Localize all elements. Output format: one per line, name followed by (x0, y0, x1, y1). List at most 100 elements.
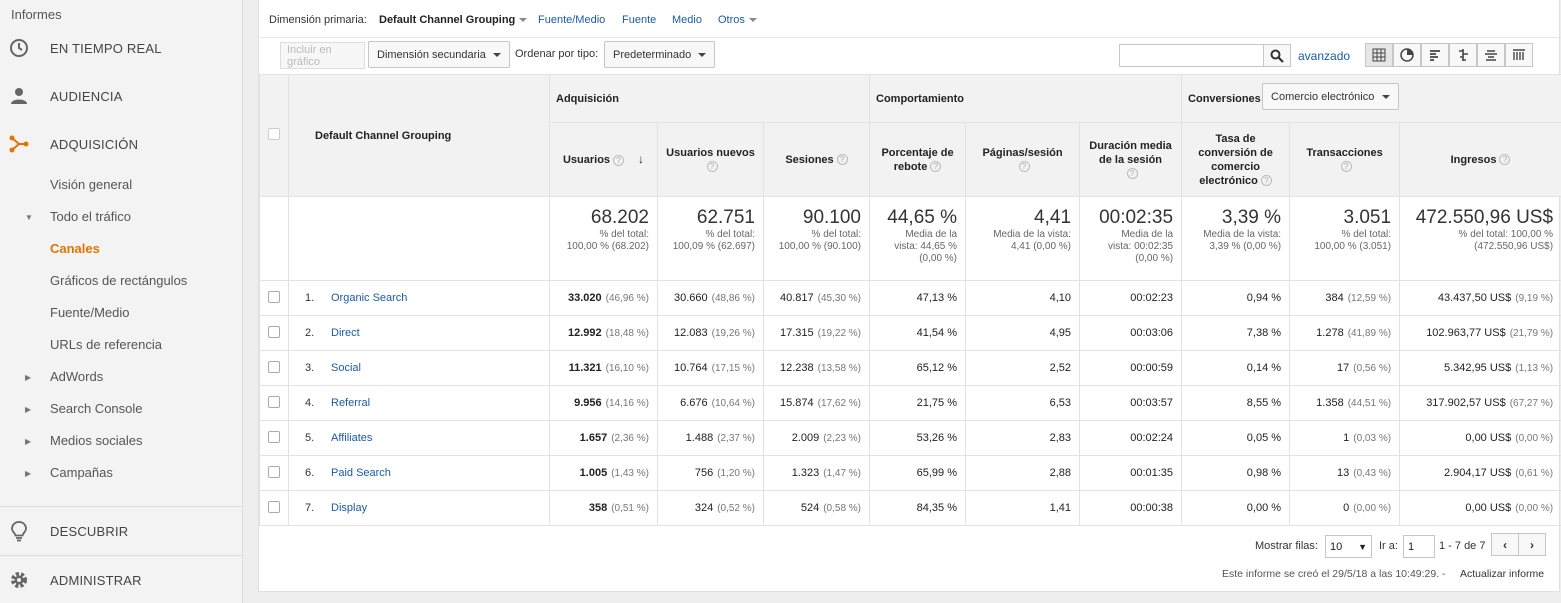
row-checkbox[interactable] (268, 325, 280, 338)
help-icon[interactable]: ? (1126, 168, 1138, 180)
transactions-value: 17 (1337, 362, 1350, 374)
collapsed-arrow-icon[interactable]: ▶ (25, 437, 31, 446)
new-users-value: 324 (694, 502, 714, 514)
dimension-link-medium[interactable]: Medio (672, 14, 702, 26)
sidebar-sub-social[interactable]: Medios sociales (50, 433, 143, 448)
sessions-cell: 40.817 (45,30 %) (762, 280, 871, 316)
dimension-link-source-medium[interactable]: Fuente/Medio (538, 14, 605, 26)
sidebar-header: Informes (11, 7, 62, 22)
col-pages-session[interactable]: Páginas/sesión? (965, 122, 1081, 197)
sidebar-sub-treemaps[interactable]: Gráficos de rectángulos (50, 273, 187, 288)
sidebar-sub-overview[interactable]: Visión general (50, 177, 132, 192)
expanded-arrow-icon[interactable]: ▼ (25, 213, 33, 222)
help-icon[interactable]: ? (1018, 161, 1030, 173)
sidebar-item-acquisition[interactable]: ADQUISICIÓN (0, 129, 243, 159)
transactions-cell: 17 (0,56 %) (1289, 350, 1401, 386)
select-all-checkbox[interactable] (268, 128, 280, 140)
refresh-report-link[interactable]: Actualizar informe (1460, 568, 1544, 580)
collapsed-arrow-icon[interactable]: ▶ (25, 469, 31, 478)
sort-desc-icon: ↓ (638, 152, 645, 166)
row-checkbox[interactable] (268, 465, 280, 478)
row-checkbox[interactable] (268, 290, 280, 303)
users-pct: (0,51 %) (611, 503, 649, 514)
channel-link[interactable]: Paid Search (331, 467, 391, 479)
sort-type-select[interactable]: Predeterminado (604, 41, 715, 68)
col-bounce[interactable]: Porcentaje de rebote? (869, 122, 967, 197)
channel-link[interactable]: Organic Search (331, 292, 407, 304)
col-conv-rate[interactable]: Tasa de conversión de comercio electróni… (1181, 122, 1291, 197)
search-button[interactable] (1263, 44, 1291, 67)
sidebar-item-discover[interactable]: DESCUBRIR (0, 516, 243, 546)
sessions-pct: (1,47 %) (823, 468, 862, 479)
primary-dimension-active[interactable]: Default Channel Grouping (379, 14, 528, 26)
group-conversions-label: Conversiones (1188, 92, 1261, 105)
conversions-goal-select[interactable]: Comercio electrónico (1262, 83, 1400, 110)
col-users[interactable]: Usuarios? ↓ (549, 122, 658, 197)
sidebar-sub-channels[interactable]: Canales (50, 241, 100, 256)
revenue-pct: (67,27 %) (1509, 398, 1554, 409)
revenue-value: 317.902,57 US$ (1426, 397, 1506, 409)
collapsed-arrow-icon[interactable]: ▶ (25, 373, 31, 382)
channel-link[interactable]: Referral (331, 397, 370, 409)
channel-link[interactable]: Social (331, 362, 361, 374)
pages-cell: 2,52 (965, 350, 1081, 386)
bounce-cell: 47,13 % (869, 280, 967, 316)
help-icon[interactable]: ? (1499, 154, 1511, 166)
help-icon[interactable]: ? (1340, 161, 1352, 173)
collapsed-arrow-icon[interactable]: ▶ (25, 405, 31, 414)
pages-cell: 2,83 (965, 420, 1081, 456)
view-term-cloud-button[interactable] (1477, 43, 1505, 67)
sidebar-item-audience[interactable]: AUDIENCIA (0, 81, 243, 111)
next-page-button[interactable]: › (1518, 533, 1546, 556)
row-checkbox[interactable] (268, 430, 280, 443)
col-new-users[interactable]: Usuarios nuevos? (657, 122, 764, 197)
total-sub: % del total: (811, 229, 862, 240)
help-icon[interactable]: ? (706, 161, 718, 173)
view-performance-button[interactable] (1421, 43, 1449, 67)
help-icon[interactable]: ? (930, 161, 942, 173)
col-revenue[interactable]: Ingresos? (1399, 122, 1561, 197)
table-search-input[interactable] (1119, 44, 1264, 67)
channel-cell: 3. Social (288, 350, 550, 386)
conv-rate-cell: 0,98 % (1181, 455, 1291, 491)
dimension-link-other[interactable]: Otros (718, 14, 757, 26)
sidebar-item-admin[interactable]: ADMINISTRAR (0, 565, 243, 595)
view-table-button[interactable] (1365, 43, 1393, 67)
col-users-label: Usuarios (562, 154, 611, 166)
secondary-dimension-select[interactable]: Dimensión secundaria (368, 41, 510, 68)
dimension-link-source[interactable]: Fuente (622, 14, 656, 26)
dimension-header[interactable]: Default Channel Grouping (288, 74, 550, 197)
sidebar-sub-all-traffic[interactable]: Todo el tráfico (50, 209, 131, 224)
goto-page-input[interactable]: 1 (1403, 535, 1435, 558)
advanced-search-link[interactable]: avanzado (1298, 49, 1350, 63)
channel-link[interactable]: Direct (331, 327, 360, 339)
col-transactions[interactable]: Transacciones? (1289, 122, 1401, 197)
help-icon[interactable]: ? (613, 154, 625, 166)
users-pct: (18,48 %) (605, 328, 649, 339)
show-rows-select[interactable]: 10 ▼ (1325, 535, 1372, 558)
include-in-chart-button[interactable]: Incluir en gráfico (280, 42, 365, 69)
sidebar-sub-search-console[interactable]: Search Console (50, 401, 143, 416)
col-duration[interactable]: Duración media de la sesión? (1079, 122, 1183, 197)
help-icon[interactable]: ? (1260, 175, 1272, 187)
view-pie-button[interactable] (1393, 43, 1421, 67)
transactions-pct: (0,03 %) (1353, 433, 1392, 444)
view-pivot-button[interactable] (1505, 43, 1533, 67)
row-index: 5. (305, 432, 315, 444)
sidebar-sub-referrals[interactable]: URLs de referencia (50, 337, 162, 352)
transactions-cell: 1 (0,03 %) (1289, 420, 1401, 456)
view-comparison-button[interactable] (1449, 43, 1477, 67)
channel-link[interactable]: Affiliates (331, 432, 372, 444)
sidebar-sub-source-medium[interactable]: Fuente/Medio (50, 305, 130, 320)
sidebar-item-realtime[interactable]: EN TIEMPO REAL (0, 33, 243, 63)
new-users-cell: 756 (1,20 %) (657, 455, 764, 491)
col-sessions[interactable]: Sesiones? (762, 122, 871, 197)
row-checkbox[interactable] (268, 500, 280, 513)
help-icon[interactable]: ? (836, 154, 848, 166)
prev-page-button[interactable]: ‹ (1491, 533, 1519, 556)
row-checkbox[interactable] (268, 395, 280, 408)
row-checkbox[interactable] (268, 360, 280, 373)
channel-link[interactable]: Display (331, 502, 367, 514)
sidebar-sub-campaigns[interactable]: Campañas (50, 465, 113, 480)
sidebar-sub-adwords[interactable]: AdWords (50, 369, 103, 384)
